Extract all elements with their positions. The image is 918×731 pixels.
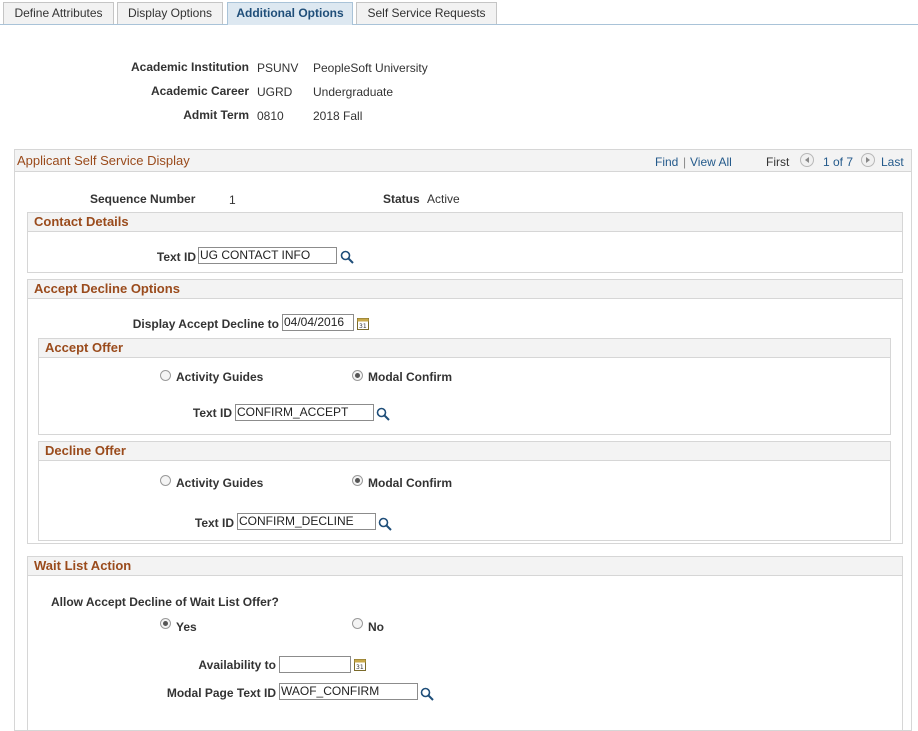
wait-list-group xyxy=(27,556,903,731)
decline-activity-guides-radio[interactable] xyxy=(160,475,171,486)
sequence-value: 1 xyxy=(229,193,236,207)
prev-arrow-icon[interactable] xyxy=(800,153,814,167)
decline-modal-confirm-radio[interactable] xyxy=(352,475,363,486)
status-label: Status xyxy=(383,192,420,206)
find-link[interactable]: Find xyxy=(655,155,678,169)
decline-modal-confirm-label: Modal Confirm xyxy=(368,476,452,490)
contact-text-id-label: Text ID xyxy=(156,250,196,264)
tab-define-attributes[interactable]: Define Attributes xyxy=(3,2,114,24)
availability-label: Availability to xyxy=(198,658,276,672)
next-arrow-icon[interactable] xyxy=(861,153,875,167)
svg-text:31: 31 xyxy=(359,323,367,330)
career-code: UGRD xyxy=(257,85,293,99)
link-separator: | xyxy=(683,155,687,169)
first-label: First xyxy=(766,155,790,169)
institution-label: Academic Institution xyxy=(130,60,249,74)
wait-list-yes-radio[interactable] xyxy=(160,618,171,629)
accept-activity-guides-label: Activity Guides xyxy=(176,370,264,384)
admit-term-label: Admit Term xyxy=(183,108,249,122)
accept-modal-confirm-label: Modal Confirm xyxy=(368,370,452,384)
display-accept-decline-label: Display Accept Decline to xyxy=(132,317,279,331)
wait-list-yes-label: Yes xyxy=(176,620,197,634)
accept-modal-confirm-radio[interactable] xyxy=(352,370,363,381)
scroll-area-title: Applicant Self Service Display xyxy=(17,153,190,168)
modal-text-id-label: Modal Page Text ID xyxy=(166,686,276,700)
availability-date-input[interactable] xyxy=(279,656,351,673)
accept-text-id-input[interactable]: CONFIRM_ACCEPT xyxy=(235,404,374,421)
contact-text-id-input[interactable]: UG CONTACT INFO xyxy=(198,247,337,264)
wait-list-question: Allow Accept Decline of Wait List Offer? xyxy=(51,595,279,609)
magnifier-icon[interactable] xyxy=(420,687,434,701)
display-accept-decline-date-input[interactable]: 04/04/2016 xyxy=(282,314,354,331)
career-label: Academic Career xyxy=(150,84,249,98)
sequence-label: Sequence Number xyxy=(90,192,196,206)
wait-list-header: Wait List Action xyxy=(27,556,903,576)
magnifier-icon[interactable] xyxy=(378,517,392,531)
calendar-icon[interactable]: 31 xyxy=(354,658,366,671)
accept-text-id-label: Text ID xyxy=(192,406,232,420)
tab-self-service-requests[interactable]: Self Service Requests xyxy=(356,2,497,24)
modal-text-id-input[interactable]: WAOF_CONFIRM xyxy=(279,683,418,700)
calendar-icon[interactable]: 31 xyxy=(357,317,369,330)
institution-code: PSUNV xyxy=(257,61,299,75)
decline-text-id-label: Text ID xyxy=(194,516,234,530)
admit-term-desc: 2018 Fall xyxy=(313,109,363,123)
accept-decline-header: Accept Decline Options xyxy=(27,279,903,299)
decline-activity-guides-label: Activity Guides xyxy=(176,476,264,490)
svg-text:31: 31 xyxy=(356,664,364,671)
tab-bar: Define Attributes Display Options Additi… xyxy=(0,0,918,25)
career-desc: Undergraduate xyxy=(313,85,394,99)
magnifier-icon[interactable] xyxy=(340,250,354,264)
tab-display-options[interactable]: Display Options xyxy=(117,2,223,24)
tab-additional-options[interactable]: Additional Options xyxy=(227,2,353,25)
wait-list-no-radio[interactable] xyxy=(352,618,363,629)
status-value: Active xyxy=(427,192,460,206)
row-count: 1 of 7 xyxy=(823,155,854,169)
contact-details-header: Contact Details xyxy=(27,212,903,232)
tab-underline xyxy=(0,24,918,25)
view-all-link[interactable]: View All xyxy=(690,155,732,169)
institution-desc: PeopleSoft University xyxy=(313,61,428,75)
wait-list-no-label: No xyxy=(368,620,384,634)
decline-offer-header: Decline Offer xyxy=(38,441,891,461)
magnifier-icon[interactable] xyxy=(376,407,390,421)
last-link[interactable]: Last xyxy=(881,155,904,169)
accept-offer-header: Accept Offer xyxy=(38,338,891,358)
accept-activity-guides-radio[interactable] xyxy=(160,370,171,381)
decline-text-id-input[interactable]: CONFIRM_DECLINE xyxy=(237,513,376,530)
admit-term-code: 0810 xyxy=(257,109,284,123)
